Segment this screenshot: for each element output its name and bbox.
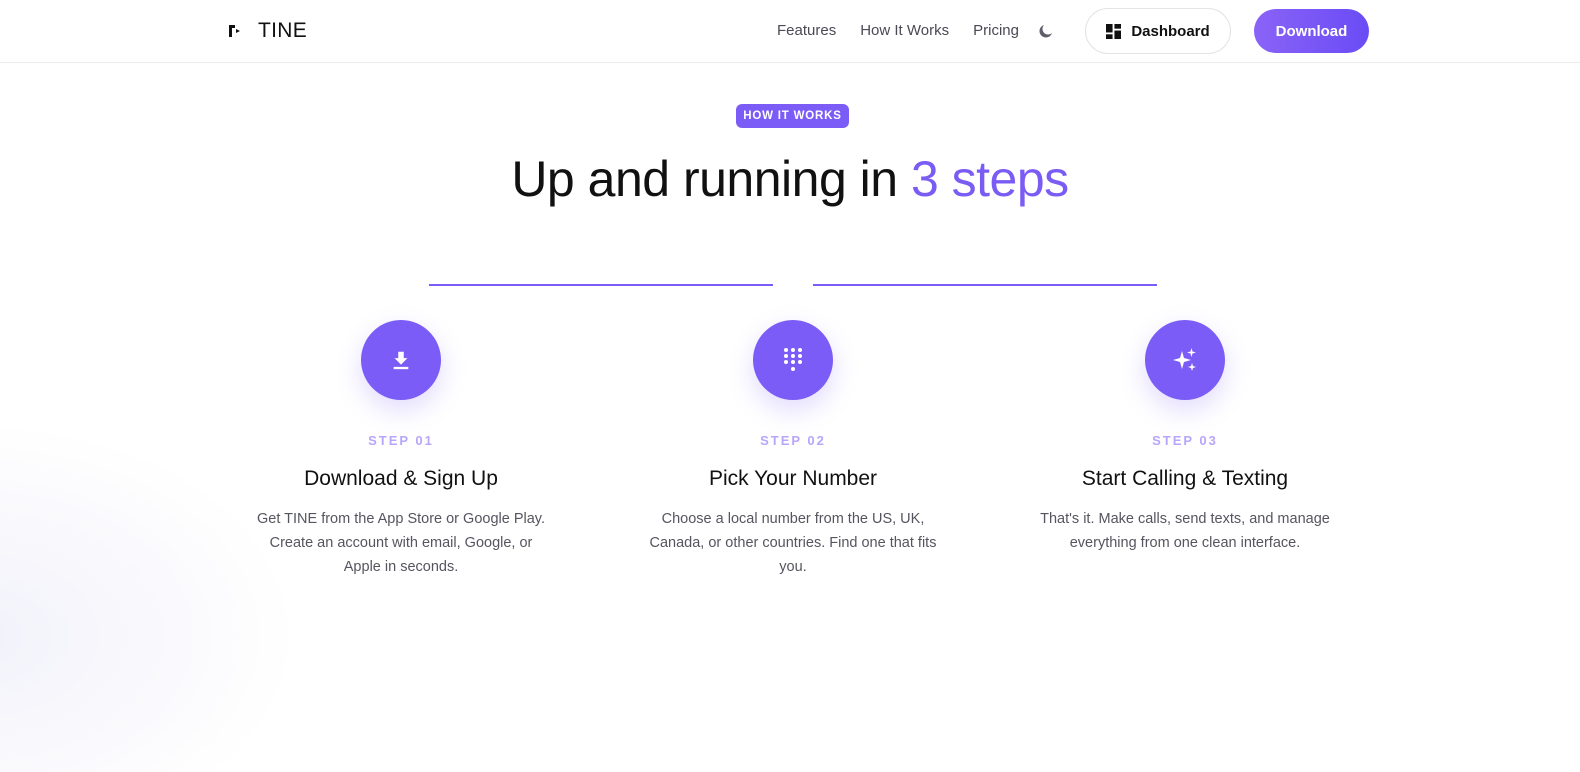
step-icon-circle [1145,320,1225,400]
section-badge: HOW IT WORKS [736,104,849,128]
step-icon-circle [753,320,833,400]
step-title: Start Calling & Texting [1081,467,1289,490]
page: TINE Features How It Works Pricing Dashb… [0,0,1580,772]
step-description: Get TINE from the App Store or Google Pl… [257,511,545,575]
step-icon-circle [361,320,441,400]
nav-link-pricing[interactable]: Pricing [973,20,1019,42]
step-description: That's it. Make calls, send texts, and m… [1040,511,1330,551]
sparkles-icon [1173,348,1196,371]
step-title: Download & Sign Up [304,467,498,490]
step-number: STEP 02 [760,433,826,448]
site-header: TINE Features How It Works Pricing Dashb… [0,0,1580,63]
section-title-accent: 3 steps [910,151,1069,207]
step-card-3: STEP 03 Start Calling & Texting That's i… [1005,320,1365,555]
nav-link-features[interactable]: Features [777,20,836,42]
dashboard-grid-icon [1106,23,1122,39]
dashboard-button[interactable]: Dashboard [1085,8,1231,54]
section-title: Up and running in 3 steps [0,150,1580,208]
dialpad-icon [784,348,802,371]
section-title-plain: Up and running in [511,151,911,207]
step-card-1: STEP 01 Download & Sign Up Get TINE from… [221,320,581,579]
step-number: STEP 03 [1152,433,1218,448]
step-connector-line [429,284,773,286]
nav-link-how-it-works[interactable]: How It Works [860,20,949,42]
moon-icon [1039,25,1052,38]
step-card-2: STEP 02 Pick Your Number Choose a local … [613,320,973,579]
step-connector-line [813,284,1157,286]
tine-logo-icon [229,25,240,37]
main-nav: Features How It Works Pricing [777,20,1019,42]
brand-name: TINE [258,19,308,42]
step-title: Pick Your Number [708,467,878,490]
brand-home-link[interactable]: TINE [226,14,307,48]
dashboard-button-label: Dashboard [1131,22,1210,40]
theme-toggle-button[interactable] [1036,21,1056,41]
step-description: Choose a local number from the US, UK, C… [649,511,937,575]
step-number: STEP 01 [368,433,434,448]
download-icon [393,351,409,370]
download-button[interactable]: Download [1254,9,1369,53]
